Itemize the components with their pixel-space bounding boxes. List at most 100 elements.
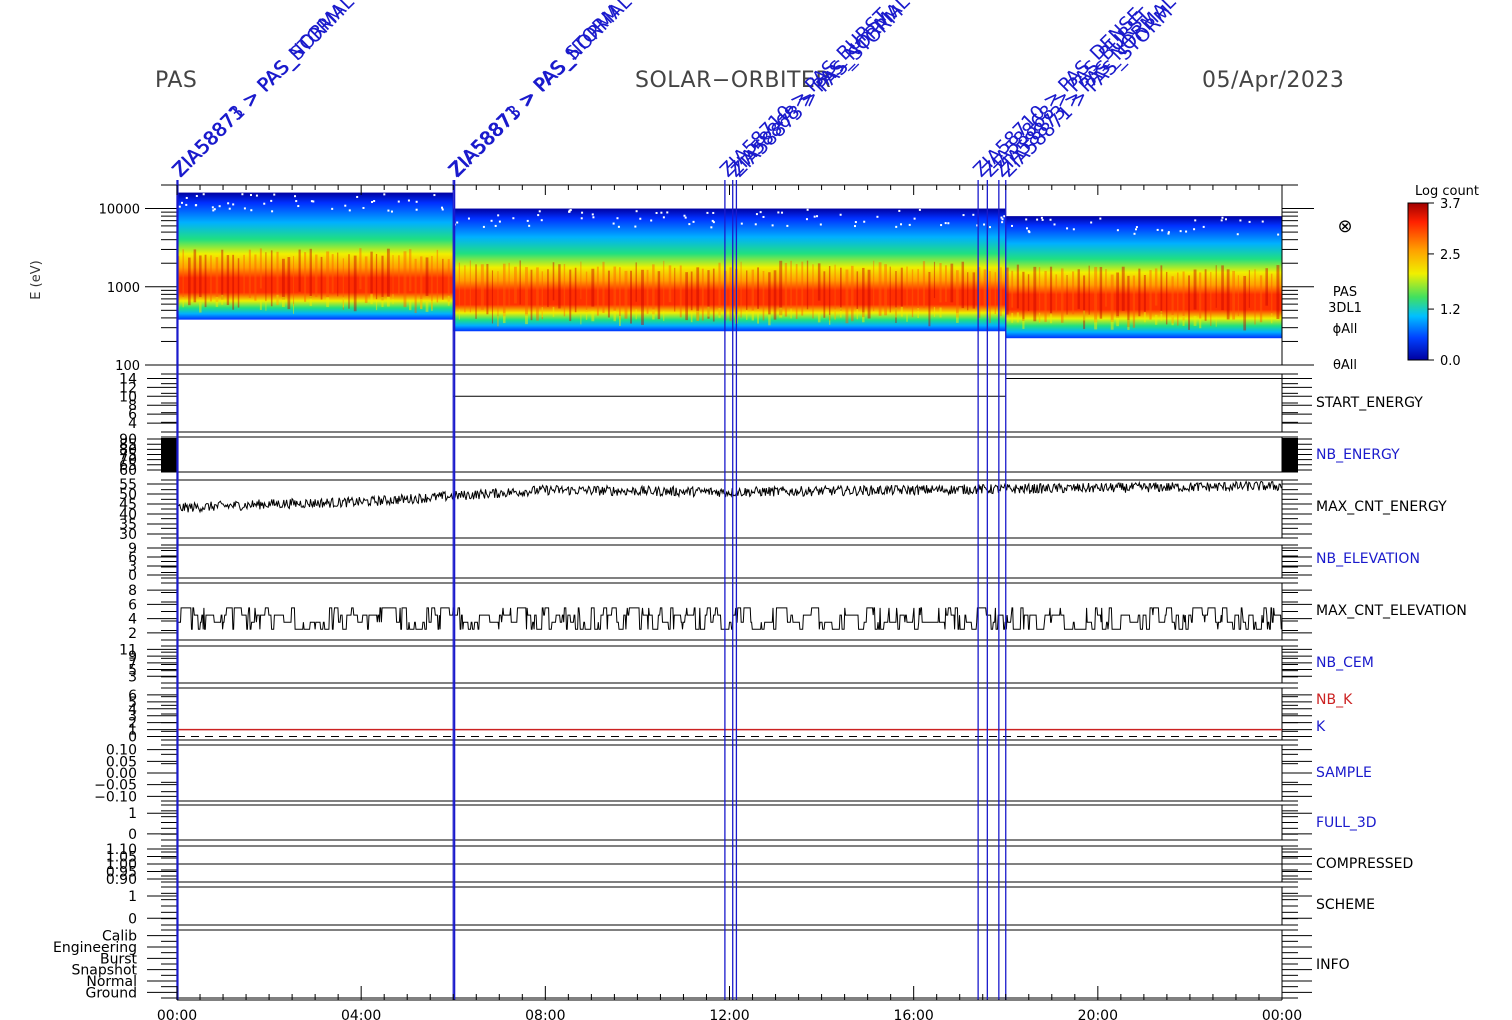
- spectrogram-striation: [878, 262, 882, 316]
- spectrogram-speckle: [1027, 230, 1030, 233]
- spectrogram-striation: [1270, 273, 1273, 317]
- spectrogram-speckle: [538, 210, 541, 213]
- panel-frame: [176, 687, 1283, 741]
- spectrogram-speckle: [918, 208, 921, 211]
- spectrogram-striation: [917, 269, 919, 311]
- spectrogram-striation: [182, 249, 184, 300]
- spectrogram-striation: [768, 272, 771, 315]
- spectrogram-striation: [259, 248, 262, 289]
- spectrogram-striation: [828, 314, 831, 325]
- data-trace: [177, 607, 1282, 630]
- spectrogram-striation: [862, 312, 865, 323]
- spectrogram-striation: [961, 261, 965, 309]
- spectrogram-striation: [690, 271, 693, 311]
- spectrogram-striation: [309, 295, 312, 306]
- spectrogram-speckle: [1116, 229, 1119, 232]
- spectrogram-striation: [193, 249, 197, 303]
- spectrogram-striation: [386, 248, 390, 297]
- spectrogram-striation: [1160, 265, 1163, 315]
- spectrogram-speckle: [639, 217, 642, 220]
- spectrogram-striation: [514, 266, 517, 304]
- spectrogram-speckle: [940, 224, 943, 227]
- spectrogram-speckle: [415, 200, 418, 203]
- panel-frame: [176, 645, 1283, 684]
- panel-start_energy: 141210864START_ENERGY: [119, 371, 1423, 433]
- spectrogram-speckle: [441, 208, 444, 211]
- spectrogram-striation: [232, 254, 235, 310]
- spectrogram-striation: [712, 268, 715, 322]
- spectrogram-striation: [1199, 318, 1202, 329]
- spectrogram-speckle: [706, 211, 709, 214]
- spectrogram-speckle: [1161, 229, 1164, 232]
- y-tick-label: 4: [128, 416, 137, 432]
- spectrogram-speckle: [568, 210, 571, 213]
- spectrogram-striation: [679, 265, 682, 318]
- spectrogram-striation: [663, 260, 665, 308]
- spectrogram-speckle: [528, 224, 531, 227]
- spectrogram-striation: [348, 254, 350, 309]
- spectrogram-speckle: [1041, 218, 1044, 221]
- spectrogram-speckle: [1239, 219, 1242, 222]
- spectrogram-striation: [210, 255, 212, 302]
- spectrogram-striation: [1116, 272, 1120, 318]
- spectrogram-speckle: [490, 219, 493, 222]
- spectrogram-striation: [1016, 312, 1019, 323]
- spectrogram-striation: [541, 307, 543, 318]
- spectrogram-speckle: [786, 224, 789, 227]
- spectrogram-striation: [812, 264, 814, 319]
- x-tick-label: 20:00: [1078, 1008, 1118, 1020]
- spectrogram-speckle: [777, 211, 780, 214]
- panel-label: NB_ELEVATION: [1316, 551, 1420, 567]
- spectrogram-speckle: [195, 194, 198, 197]
- panel-label: MAX_CNT_ELEVATION: [1316, 603, 1467, 619]
- spectrogram-speckle: [1040, 216, 1043, 219]
- spectrogram-speckle: [895, 225, 898, 228]
- spectrogram-striation: [823, 271, 826, 318]
- spectrogram-speckle: [688, 223, 691, 226]
- x-tick-label: 16:00: [893, 1008, 933, 1020]
- spectrogram-striation: [740, 261, 742, 318]
- spectrogram-speckle: [241, 193, 244, 196]
- spectrogram-speckle: [900, 223, 903, 226]
- spectrogram-speckle: [297, 205, 300, 208]
- spectrogram-striation: [259, 299, 262, 310]
- spectrogram-speckle: [1099, 217, 1102, 220]
- spectrogram-striation: [1171, 315, 1174, 326]
- spectrogram-striation: [956, 270, 959, 318]
- spectrogram-striation: [199, 302, 202, 313]
- spectrogram-striation: [469, 260, 471, 313]
- spectrogram-speckle: [295, 200, 298, 203]
- event-label: ZIA58873 > PAS_STORM: [727, 1, 907, 181]
- spectrogram-speckle: [898, 209, 901, 212]
- spectrogram-striation: [1226, 269, 1230, 320]
- spectrogram-striation: [298, 249, 301, 292]
- spectrogram-striation: [718, 262, 721, 316]
- spectrogram-striation: [1154, 268, 1158, 306]
- spectrogram-striation: [911, 269, 914, 318]
- spectrogram-striation: [254, 254, 257, 301]
- spectrogram-striation: [1127, 275, 1130, 328]
- spectrogram-speckle: [181, 201, 184, 204]
- spectrogram-striation: [359, 248, 362, 290]
- spectrogram-speckle: [1003, 215, 1006, 218]
- spectrogram-striation: [585, 271, 588, 313]
- y-tick-label: 0: [128, 568, 137, 584]
- spectrogram-striation: [1138, 268, 1141, 317]
- spectrogram-speckle: [433, 194, 436, 197]
- spectrogram-speckle: [710, 226, 713, 229]
- spectrogram-striation: [1232, 270, 1235, 320]
- spectrogram-striation: [933, 261, 936, 299]
- spectrogram-speckle: [1202, 225, 1205, 228]
- panel-info: CalibEngineeringBurstSnapshotNormalGroun…: [53, 929, 1350, 1002]
- spectrogram-striation: [828, 265, 831, 321]
- panel-label: NB_K: [1316, 692, 1353, 708]
- spectrogram-striation: [326, 297, 330, 308]
- spectrogram-speckle: [218, 205, 221, 208]
- panel-label: SAMPLE: [1316, 765, 1372, 781]
- spectrogram-striation: [928, 271, 931, 327]
- spectrogram-striation: [519, 260, 521, 305]
- y-tick-label: 0.90: [106, 872, 137, 888]
- spectrogram-striation: [635, 262, 637, 302]
- dense-tick-block: [1282, 438, 1298, 472]
- spectrogram-striation: [431, 300, 433, 311]
